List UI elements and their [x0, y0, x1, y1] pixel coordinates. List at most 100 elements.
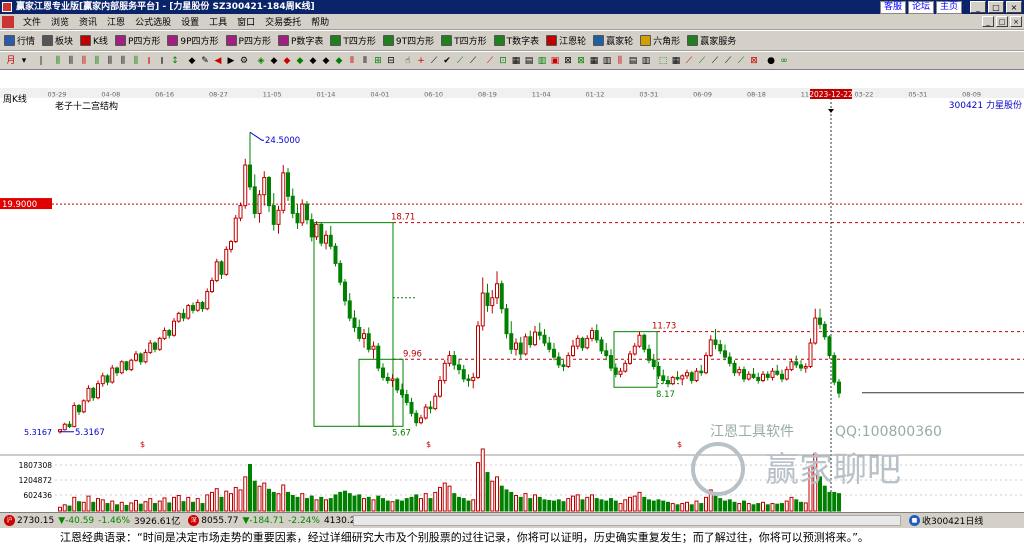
toolbar-wheel-button[interactable]: 赢家轮: [593, 34, 633, 47]
toolbar-candle-button[interactable]: K线: [80, 34, 108, 47]
menu-trade[interactable]: 交易委托: [260, 15, 306, 28]
maximize-button[interactable]: □: [988, 1, 1004, 13]
grid-tool-icon[interactable]: ▤: [523, 55, 535, 67]
bar-tool-icon[interactable]: ⫼: [130, 55, 142, 67]
grid-tool-icon[interactable]: ▥: [536, 55, 548, 67]
bar-tool-icon[interactable]: ⫼: [91, 55, 103, 67]
pointer-tool-icon[interactable]: ☝: [402, 55, 414, 67]
toolbar-table-button[interactable]: 行情: [4, 34, 35, 47]
menu-tools[interactable]: 工具: [204, 15, 232, 28]
kline-chart[interactable]: 03-29 04-08 06-16 08-27 11-05 01-14 04-01 06-10…: [0, 71, 1024, 512]
trend-tool-icon[interactable]: ⟋: [454, 55, 466, 67]
diamond-tool-icon[interactable]: ◆: [333, 55, 345, 67]
menu-settings[interactable]: 设置: [176, 15, 204, 28]
toolbar-9p-square-button[interactable]: 9P四方形: [167, 34, 219, 47]
period-dropdown-icon[interactable]: ▾: [18, 55, 30, 67]
next-tool-icon[interactable]: ▶: [225, 55, 237, 67]
menu-file[interactable]: 文件: [18, 15, 46, 28]
crosshair-tool-icon[interactable]: +: [415, 55, 427, 67]
homepage-link[interactable]: 主页: [935, 1, 962, 14]
menu-help[interactable]: 帮助: [306, 15, 334, 28]
mdi-minimize-button[interactable]: _: [982, 16, 994, 27]
crosshair-date-label: 2023-12-22: [809, 90, 853, 99]
chart-area[interactable]: 03-29 04-08 06-16 08-27 11-05 01-14 04-01 06-10…: [0, 71, 1024, 512]
menu-gann[interactable]: 江恩: [102, 15, 130, 28]
edit-tool-icon[interactable]: ✎: [199, 55, 211, 67]
menu-window[interactable]: 窗口: [232, 15, 260, 28]
gann-tool-icon[interactable]: ◈: [255, 55, 267, 67]
toolbar-t-square-button[interactable]: T四方形: [330, 34, 376, 47]
circle-tool-icon[interactable]: ●: [765, 55, 777, 67]
menu-browse[interactable]: 浏览: [46, 15, 74, 28]
monitor-icon[interactable]: ■: [909, 515, 920, 526]
diamond-tool-icon[interactable]: ◆: [281, 55, 293, 67]
grid-tool-icon[interactable]: ▦: [588, 55, 600, 67]
mdi-close-button[interactable]: ×: [1010, 16, 1022, 27]
grid-tool-icon[interactable]: ▦: [670, 55, 682, 67]
grid-tool-icon[interactable]: ▣: [549, 55, 561, 67]
grid-tool-icon[interactable]: ⦀: [359, 55, 371, 67]
infinity-tool-icon[interactable]: ∞: [778, 55, 790, 67]
grid-tool-icon[interactable]: ▥: [640, 55, 652, 67]
dropdown-tool-icon[interactable]: ◆: [186, 55, 198, 67]
bar-tool-icon[interactable]: ⫾: [143, 55, 155, 67]
toolbar-service-button[interactable]: 赢家服务: [687, 34, 736, 47]
diamond-tool-icon[interactable]: ◆: [307, 55, 319, 67]
bar-tool-icon[interactable]: ⫼: [614, 55, 626, 67]
bar-tool-icon[interactable]: ⫼: [65, 55, 77, 67]
grid-tool-icon[interactable]: ▤: [627, 55, 639, 67]
cross-tool-icon[interactable]: ⊠: [562, 55, 574, 67]
fan-tool-icon[interactable]: ⟋: [722, 55, 734, 67]
forum-link[interactable]: 论坛: [907, 1, 934, 14]
zoom-in-tool-icon[interactable]: ⊞: [372, 55, 384, 67]
fan-tool-icon[interactable]: ⟋: [696, 55, 708, 67]
volume-bar: [404, 498, 409, 512]
toolbar-wheel-button[interactable]: 江恩轮: [546, 34, 586, 47]
bar-tool-icon[interactable]: ⫼: [117, 55, 129, 67]
box-tool-icon[interactable]: ⊡: [497, 55, 509, 67]
trend-tool-icon[interactable]: ⟋: [484, 55, 496, 67]
mdi-restore-button[interactable]: □: [996, 16, 1008, 27]
grid-tool-icon[interactable]: ▥: [601, 55, 613, 67]
diamond-tool-icon[interactable]: ◆: [294, 55, 306, 67]
toolbar-sector-button[interactable]: 板块: [42, 34, 73, 47]
bar-tool-icon[interactable]: ⫼: [78, 55, 90, 67]
diamond-tool-icon[interactable]: ◆: [320, 55, 332, 67]
minimize-button[interactable]: _: [970, 1, 986, 13]
toolbar-t-table-button[interactable]: T数字表: [493, 34, 539, 47]
toolbar-t-square-button[interactable]: T四方形: [441, 34, 487, 47]
fan-tool-icon[interactable]: ⟋: [709, 55, 721, 67]
settings-tool-icon[interactable]: ⚙: [238, 55, 250, 67]
menu-formula[interactable]: 公式选股: [130, 15, 176, 28]
service-link[interactable]: 客服: [879, 1, 906, 14]
close-button[interactable]: ×: [1006, 1, 1022, 13]
separator-icon[interactable]: |: [35, 55, 47, 67]
toolbar-9t-square-button[interactable]: 9T四方形: [382, 34, 434, 47]
candle-body: [504, 308, 509, 335]
bar-tool-icon[interactable]: ⫼: [52, 55, 64, 67]
fan-tool-icon[interactable]: ⟋: [735, 55, 747, 67]
bar-tool-icon[interactable]: ⫼: [104, 55, 116, 67]
prev-tool-icon[interactable]: ◀: [212, 55, 224, 67]
fan-tool-icon[interactable]: ⟋: [683, 55, 695, 67]
check-tool-icon[interactable]: ✔: [441, 55, 453, 67]
toolbar-hexagon-button[interactable]: 六角形: [640, 34, 680, 47]
chart-scrollbar[interactable]: [353, 515, 901, 526]
line-tool-icon[interactable]: ⟋: [428, 55, 440, 67]
cross-tool-icon[interactable]: ⊠: [748, 55, 760, 67]
grid-tool-icon[interactable]: ▦: [510, 55, 522, 67]
updown-tool-icon[interactable]: ↕: [169, 55, 181, 67]
sh-index-icon: 沪: [4, 515, 15, 526]
rect-tool-icon[interactable]: ⬚: [657, 55, 669, 67]
trend-tool-icon[interactable]: ⟋: [467, 55, 479, 67]
grid-tool-icon[interactable]: ⦀: [346, 55, 358, 67]
period-select-icon[interactable]: 月: [5, 55, 17, 67]
diamond-tool-icon[interactable]: ◆: [268, 55, 280, 67]
zoom-out-tool-icon[interactable]: ⊟: [385, 55, 397, 67]
toolbar-p-square-button[interactable]: P四方形: [225, 34, 271, 47]
cross-tool-icon[interactable]: ⊠: [575, 55, 587, 67]
toolbar-p-table-button[interactable]: P数字表: [277, 34, 323, 47]
menu-info[interactable]: 资讯: [74, 15, 102, 28]
bar-tool-icon[interactable]: ⫾: [156, 55, 168, 67]
toolbar-p-square-button[interactable]: P四方形: [114, 34, 160, 47]
